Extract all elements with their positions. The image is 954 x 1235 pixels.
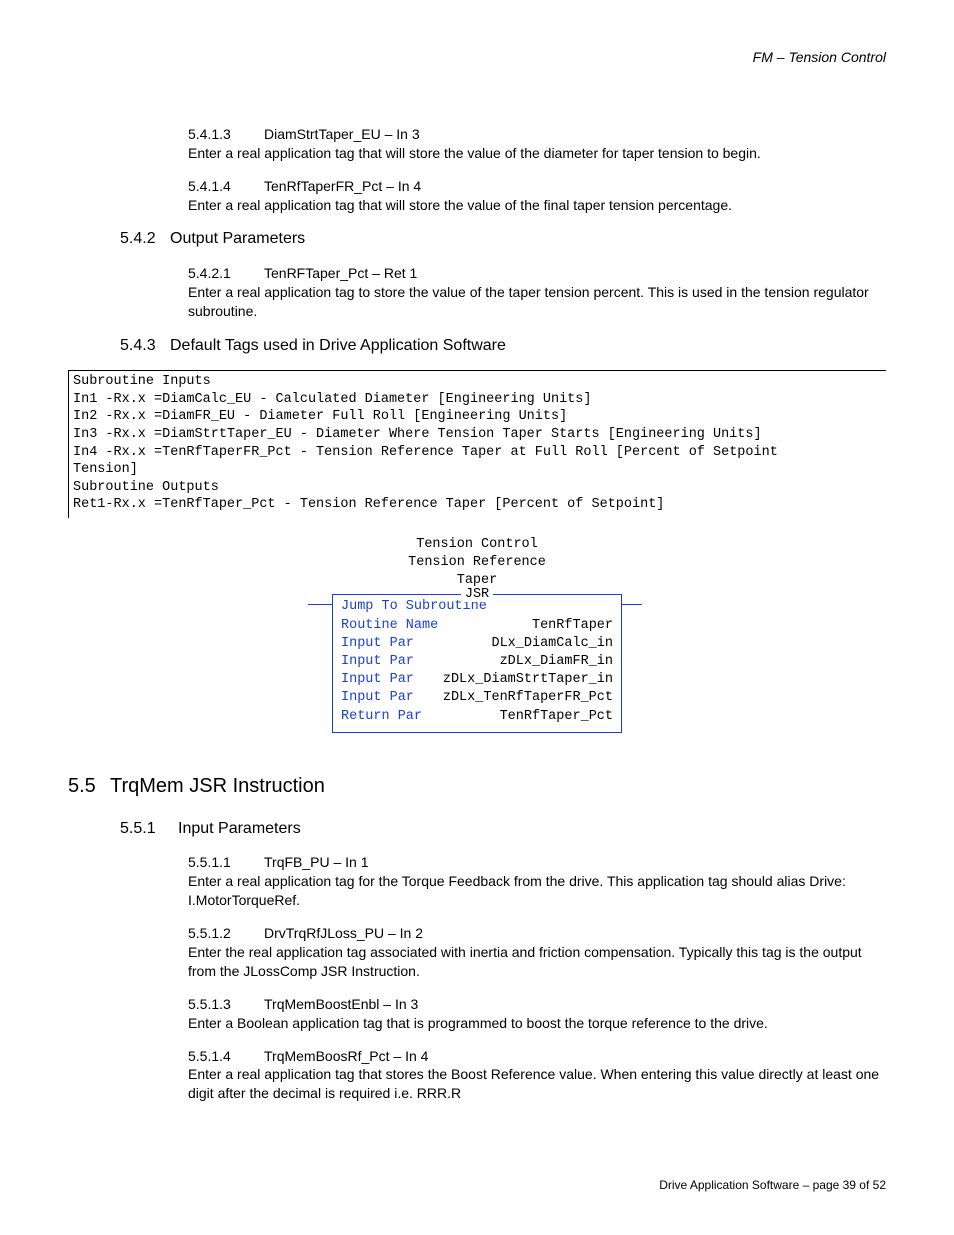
heading-number: 5.5 — [68, 773, 110, 800]
section-5-5-1-1: 5.5.1.1 TrqFB_PU – In 1 Enter a real app… — [188, 853, 886, 910]
heading-title: Default Tags used in Drive Application S… — [170, 335, 506, 357]
section-body: Enter a real application tag to store th… — [188, 283, 886, 321]
jsr-row: Input Par DLx_DiamCalc_in — [341, 635, 613, 653]
heading-5-5: 5.5 TrqMem JSR Instruction — [68, 773, 886, 800]
section-body: Enter the real application tag associate… — [188, 943, 886, 981]
section-number: 5.5.1.2 — [188, 924, 264, 943]
section-5-4-1-4: 5.4.1.4 TenRfTaperFR_Pct – In 4 Enter a … — [188, 177, 886, 215]
section-5-4-1-3: 5.4.1.3 DiamStrtTaper_EU – In 3 Enter a … — [188, 125, 886, 163]
heading-number: 5.4.2 — [120, 228, 170, 250]
section-title: TenRfTaperFR_Pct – In 4 — [264, 177, 421, 196]
running-header: FM – Tension Control — [68, 48, 886, 67]
jsr-row-label: Input Par — [341, 653, 414, 671]
jsr-rung-left — [308, 604, 332, 605]
jsr-row-value: zDLx_DiamStrtTaper_in — [443, 671, 613, 689]
section-body: Enter a Boolean application tag that is … — [188, 1014, 886, 1033]
jsr-row-label: Input Par — [341, 671, 414, 689]
section-number: 5.4.1.4 — [188, 177, 264, 196]
section-body: Enter a real application tag that stores… — [188, 1065, 886, 1103]
jsr-row-label: Input Par — [341, 635, 414, 653]
section-title: TrqMemBoosRf_Pct – In 4 — [264, 1047, 428, 1066]
page: FM – Tension Control 5.4.1.3 DiamStrtTap… — [0, 0, 954, 1235]
jsr-box: JSR Jump To Subroutine Routine Name TenR… — [332, 594, 622, 733]
heading-number: 5.4.3 — [120, 335, 170, 357]
heading-5-4-2: 5.4.2 Output Parameters — [120, 228, 886, 250]
jsr-row-label: Routine Name — [341, 617, 438, 635]
jsr-rung-right — [622, 604, 642, 605]
jsr-row: Input Par zDLx_DiamFR_in — [341, 653, 613, 671]
section-body: Enter a real application tag that will s… — [188, 144, 886, 163]
section-title: TrqFB_PU – In 1 — [264, 853, 369, 872]
heading-title: TrqMem JSR Instruction — [110, 773, 325, 800]
section-title: DiamStrtTaper_EU – In 3 — [264, 125, 420, 144]
section-title: TrqMemBoostEnbl – In 3 — [264, 995, 418, 1014]
jsr-row: Routine Name TenRfTaper — [341, 617, 613, 635]
jsr-header-label: JSR — [461, 587, 493, 602]
heading-number: 5.5.1 — [120, 818, 178, 840]
heading-title: Input Parameters — [178, 818, 301, 840]
section-body: Enter a real application tag for the Tor… — [188, 872, 886, 910]
section-5-4-2-1: 5.4.2.1 TenRFTaper_Pct – Ret 1 Enter a r… — [188, 264, 886, 321]
section-number: 5.5.1.3 — [188, 995, 264, 1014]
jsr-row-value: DLx_DiamCalc_in — [491, 635, 613, 653]
section-5-5-1-2: 5.5.1.2 DrvTrqRfJLoss_PU – In 2 Enter th… — [188, 924, 886, 981]
jsr-row-value: TenRfTaper — [532, 617, 613, 635]
section-title: TenRFTaper_Pct – Ret 1 — [264, 264, 417, 283]
section-5-5-1-4: 5.5.1.4 TrqMemBoosRf_Pct – In 4 Enter a … — [188, 1047, 886, 1104]
jsr-row: Return Par TenRfTaper_Pct — [341, 708, 613, 726]
heading-5-5-1: 5.5.1 Input Parameters — [120, 818, 886, 840]
section-body: Enter a real application tag that will s… — [188, 196, 886, 215]
jsr-title-line1: Tension Control — [68, 536, 886, 554]
heading-5-4-3: 5.4.3 Default Tags used in Drive Applica… — [120, 335, 886, 357]
section-5-5-1-3: 5.5.1.3 TrqMemBoostEnbl – In 3 Enter a B… — [188, 995, 886, 1033]
jsr-title-line2: Tension Reference — [68, 554, 886, 572]
jsr-diagram: Tension Control Tension Reference Taper … — [68, 536, 886, 733]
page-footer: Drive Application Software – page 39 of … — [659, 1177, 886, 1193]
section-title: DrvTrqRfJLoss_PU – In 2 — [264, 924, 423, 943]
jsr-row: Input Par zDLx_TenRfTaperFR_Pct — [341, 689, 613, 707]
section-number: 5.4.2.1 — [188, 264, 264, 283]
jsr-row-value: TenRfTaper_Pct — [500, 708, 613, 726]
jsr-row-label: Input Par — [341, 689, 414, 707]
section-number: 5.5.1.1 — [188, 853, 264, 872]
jsr-row: Input Par zDLx_DiamStrtTaper_in — [341, 671, 613, 689]
jsr-row-label: Return Par — [341, 708, 422, 726]
heading-title: Output Parameters — [170, 228, 305, 250]
subroutine-code-block: Subroutine Inputs In1 -Rx.x =DiamCalc_EU… — [68, 370, 886, 517]
jsr-row-value: zDLx_DiamFR_in — [500, 653, 613, 671]
jsr-row-value: zDLx_TenRfTaperFR_Pct — [443, 689, 613, 707]
section-number: 5.5.1.4 — [188, 1047, 264, 1066]
section-number: 5.4.1.3 — [188, 125, 264, 144]
